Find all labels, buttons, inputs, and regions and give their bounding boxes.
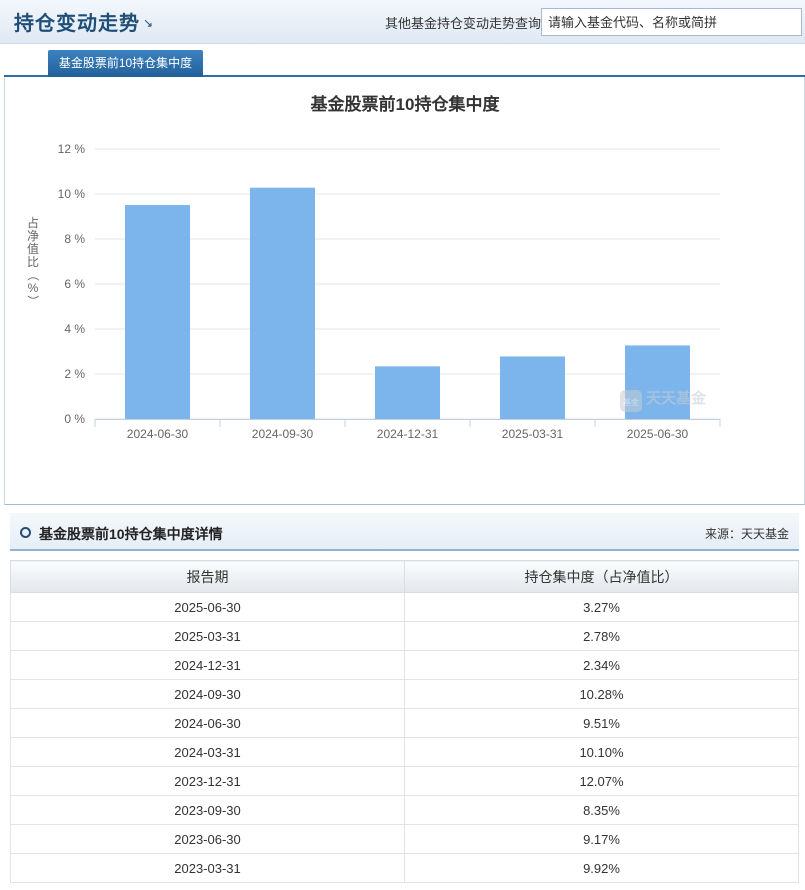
table-row: 2023-06-30 9.17% (10, 824, 799, 854)
chart-title: 基金股票前10持仓集中度 (310, 94, 501, 114)
y-tick-label: 4 % (64, 322, 85, 336)
table-header-row: 报告期 持仓集中度（占净值比） (10, 560, 799, 593)
detail-title: 基金股票前10持仓集中度详情 (39, 526, 223, 542)
watermark-text: 天天基金 (646, 389, 707, 407)
concentration-cell: 9.17% (404, 824, 799, 854)
y-tick-label: 0 % (64, 412, 85, 426)
concentration-cell: 12.07% (404, 766, 799, 796)
detail-header: 基金股票前10持仓集中度详情 来源：天天基金 (10, 513, 799, 551)
table-row: 2024-03-31 10.10% (10, 737, 799, 767)
x-tick-label: 2025-06-30 (627, 427, 689, 441)
detail-table: 报告期 持仓集中度（占净值比） 2025-06-30 3.27% 2025-03-3… (10, 560, 799, 883)
y-tick-label: 12 % (58, 142, 86, 156)
y-tick-label: 6 % (64, 277, 85, 291)
concentration-cell: 9.51% (404, 708, 799, 738)
table-row: 2024-06-30 9.51% (10, 708, 799, 738)
y-axis-title-char: （ (26, 269, 40, 281)
circle-bullet-icon (20, 527, 31, 538)
y-axis-title-char: % (28, 281, 39, 295)
svg-text:基金: 基金 (623, 397, 639, 407)
y-axis-title-char: 值 (27, 241, 39, 256)
y-axis-title: 占净值比（%） (26, 215, 40, 307)
concentration-cell: 8.35% (404, 795, 799, 825)
bar-2025-03-31[interactable] (500, 356, 565, 419)
table-row: 2023-03-31 9.92% (10, 853, 799, 883)
y-axis-title-char: 比 (27, 255, 39, 269)
table-row: 2024-09-30 10.28% (10, 679, 799, 709)
report-period-cell: 2025-03-31 (10, 621, 405, 651)
x-tick-label: 2025-03-31 (502, 427, 564, 441)
bar-2024-06-30[interactable] (125, 205, 190, 419)
report-period-cell: 2023-09-30 (10, 795, 405, 825)
report-period-cell: 2023-12-31 (10, 766, 405, 796)
chart-panel: 基金股票前10持仓集中度 0 % 2 % 4 % 6 % 8 % 10 % 12 % 202… (4, 77, 805, 505)
y-tick-label: 10 % (58, 187, 86, 201)
report-period-cell: 2023-03-31 (10, 853, 405, 883)
search-label: 其他基金持仓变动走势查询: (385, 16, 545, 31)
table-row: 2025-06-30 3.27% (10, 592, 799, 622)
fund-search-input[interactable] (541, 8, 802, 36)
y-tick-label: 2 % (64, 367, 85, 381)
x-tick-label: 2024-09-30 (252, 427, 314, 441)
concentration-cell: 3.27% (404, 592, 799, 622)
bar-series (125, 187, 690, 419)
report-period-cell: 2024-12-31 (10, 650, 405, 680)
column-header-period: 报告期 (10, 560, 405, 593)
report-period-cell: 2024-06-30 (10, 708, 405, 738)
x-tick-label: 2024-12-31 (377, 427, 439, 441)
column-header-concentration: 持仓集中度（占净值比） (404, 560, 799, 593)
page-header: 持仓变动走势 ↘ 其他基金持仓变动走势查询: (0, 0, 805, 44)
y-axis-title-char: 净 (27, 229, 39, 243)
report-period-cell: 2024-03-31 (10, 737, 405, 767)
bar-2024-09-30[interactable] (250, 187, 315, 419)
y-tick-label: 8 % (64, 232, 85, 246)
table-body: 2025-06-30 3.27% 2025-03-31 2.78% 2024-12-31… (10, 592, 799, 883)
expand-arrow-icon[interactable]: ↘ (143, 16, 153, 30)
page-title: 持仓变动走势 (14, 13, 140, 35)
x-axis: 2024-06-30 2024-09-30 2024-12-31 2025-03-31… (94, 419, 721, 441)
tab-strip: 基金股票前10持仓集中度 (4, 44, 805, 77)
concentration-cell: 2.78% (404, 621, 799, 651)
concentration-cell: 10.28% (404, 679, 799, 709)
table-row: 2024-12-31 2.34% (10, 650, 799, 680)
tab-top10-concentration[interactable]: 基金股票前10持仓集中度 (48, 50, 203, 77)
report-period-cell: 2024-09-30 (10, 679, 405, 709)
table-row: 2023-12-31 12.07% (10, 766, 799, 796)
report-period-cell: 2025-06-30 (10, 592, 405, 622)
bar-chart: 基金股票前10持仓集中度 0 % 2 % 4 % 6 % 8 % 10 % 12 % 202… (26, 94, 721, 441)
detail-source: 来源：天天基金 (704, 527, 789, 541)
y-axis-title-char: ） (26, 295, 40, 307)
concentration-cell: 10.10% (404, 737, 799, 767)
table-row: 2023-09-30 8.35% (10, 795, 799, 825)
bar-2024-12-31[interactable] (375, 366, 440, 419)
report-period-cell: 2023-06-30 (10, 824, 405, 854)
concentration-cell: 9.92% (404, 853, 799, 883)
x-tick-label: 2024-06-30 (127, 427, 189, 441)
table-row: 2025-03-31 2.78% (10, 621, 799, 651)
y-axis-title-char: 占 (27, 215, 39, 230)
concentration-cell: 2.34% (404, 650, 799, 680)
